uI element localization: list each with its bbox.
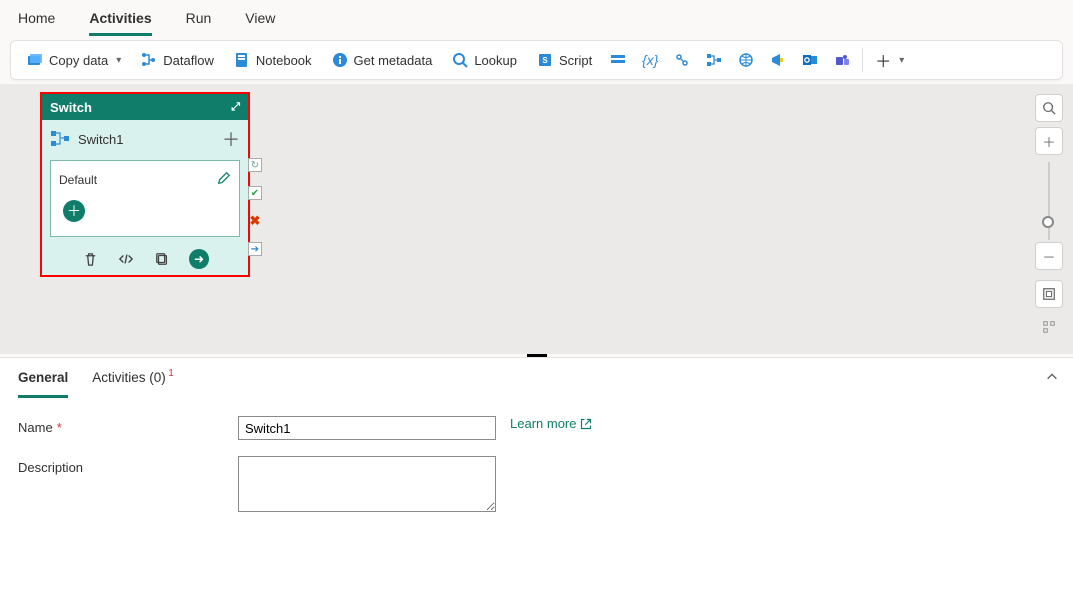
search-icon [452,52,468,68]
zoom-in-button[interactable]: ＋ [1035,127,1063,155]
toolbar-label: Notebook [256,53,312,68]
add-activity-in-case[interactable]: ＋ [63,200,85,222]
toolbar-expression[interactable]: {x} [634,44,666,76]
activity-name: Switch1 [78,132,124,147]
top-tabs: Home Activities Run View [0,0,1073,36]
activity-type-label: Switch [50,100,92,115]
properties-panel: General Activities (0) 1 Name* Learn mor… [0,357,1073,599]
activity-switch-selected[interactable]: Switch ⤢ Switch1 ＋ Default ＋ [40,92,250,277]
zoom-slider-knob[interactable] [1042,216,1054,228]
toolbar-copy-data[interactable]: Copy data ▾ [17,44,131,76]
notebook-icon [234,52,250,68]
tab-run[interactable]: Run [186,6,212,36]
tab-view[interactable]: View [245,6,275,36]
info-icon [332,52,348,68]
learn-more-label: Learn more [510,416,576,431]
pipeline-icon [706,52,722,68]
activities-toolbar: Copy data ▾ Dataflow Notebook Get metada… [10,40,1063,80]
toolbar-notebook[interactable]: Notebook [224,44,322,76]
toolbar-add-activity[interactable]: ＋ ▾ [867,44,912,76]
toolbar-label: Copy data [49,53,108,68]
zoom-fit-button[interactable] [1035,280,1063,308]
chevron-down-icon: ▾ [116,55,121,66]
port-on-skip[interactable]: ↻ [248,158,262,172]
web-hook-icon [674,52,690,68]
pipeline-canvas[interactable]: Switch ⤢ Switch1 ＋ Default ＋ [0,84,1073,354]
learn-more-link[interactable]: Learn more [510,416,592,431]
toolbar-announcement[interactable] [762,44,794,76]
activity-ports: ↻ ✔ ✖ ➔ [248,158,262,256]
port-on-fail[interactable]: ✖ [248,214,262,228]
form-icon [610,52,626,68]
toolbar-dataflow[interactable]: Dataflow [131,44,224,76]
name-field-label: Name* [18,416,238,435]
delete-activity-icon[interactable] [81,250,99,268]
toolbar-web-activity[interactable] [666,44,698,76]
panel-tab-general[interactable]: General [18,370,68,398]
toolbar-teams[interactable] [826,44,858,76]
panel-tab-label: Activities (0) [92,370,166,385]
run-activity-icon[interactable]: ➜ [189,249,209,269]
zoom-out-button[interactable]: － [1035,242,1063,270]
toolbar-label: Script [559,53,592,68]
activity-header[interactable]: Switch ⤢ [42,94,248,120]
panel-tab-activities[interactable]: Activities (0) 1 [92,370,166,398]
svg-text:S: S [542,56,548,65]
toolbar-label: Lookup [474,53,517,68]
toolbar-label: Get metadata [354,53,433,68]
toolbar-label: Dataflow [163,53,214,68]
expand-icon[interactable]: ⤢ [231,101,240,114]
add-case-icon[interactable]: ＋ [222,126,240,152]
chevron-down-icon: ▾ [899,55,904,66]
toolbar-switch[interactable] [698,44,730,76]
toolbar-set-variable[interactable] [602,44,634,76]
canvas-search-icon[interactable] [1035,94,1063,122]
tab-home[interactable]: Home [18,6,55,36]
external-link-icon [580,418,592,430]
toolbar-separator [862,48,863,72]
toolbar-lookup[interactable]: Lookup [442,44,527,76]
tab-activities[interactable]: Activities [89,6,151,36]
toolbar-web[interactable] [730,44,762,76]
clone-activity-icon[interactable] [153,250,171,268]
name-input[interactable] [238,416,496,440]
panel-tab-badge: 1 [168,368,174,379]
switch-activity-icon [50,129,70,149]
switch-case-label: Default [59,173,97,187]
variable-icon: {x} [642,52,658,68]
toolbar-outlook[interactable] [794,44,826,76]
toolbar-script[interactable]: S Script [527,44,602,76]
canvas-zoom-controls: ＋ － [1035,94,1063,341]
panel-collapse-icon[interactable] [1045,370,1059,387]
zoom-slider[interactable] [1048,162,1050,240]
activity-footer: ➜ [42,245,248,275]
toolbar-get-metadata[interactable]: Get metadata [322,44,443,76]
port-on-success[interactable]: ✔ [248,186,262,200]
megaphone-icon [770,52,786,68]
plus-icon: ＋ [875,48,891,72]
edit-case-icon[interactable] [217,171,231,188]
copy-data-icon [27,52,43,68]
teams-icon [834,52,850,68]
script-icon: S [537,52,553,68]
outlook-icon [802,52,818,68]
port-on-completion[interactable]: ➔ [248,242,262,256]
globe-icon [738,52,754,68]
zoom-autolayout-button[interactable] [1035,313,1063,341]
activity-body: Default ＋ [50,160,240,237]
description-input[interactable] [238,456,496,512]
dataflow-icon [141,52,157,68]
view-code-icon[interactable] [117,250,135,268]
description-field-label: Description [18,456,238,475]
